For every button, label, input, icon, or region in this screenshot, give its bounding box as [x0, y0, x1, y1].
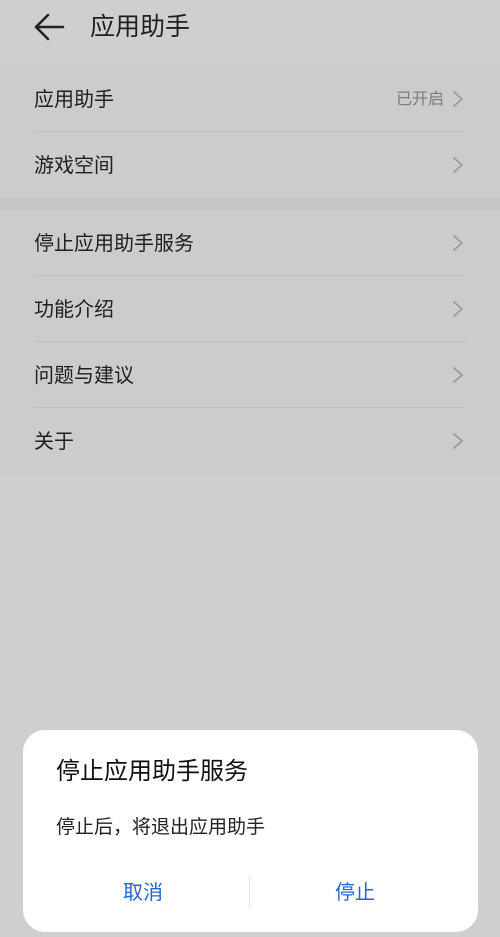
settings-item-label: 停止应用助手服务	[34, 231, 194, 255]
settings-item-game-space[interactable]: 游戏空间	[0, 132, 500, 198]
settings-item-label: 应用助手	[34, 87, 114, 111]
settings-item-label: 关于	[34, 429, 74, 453]
chevron-right-icon	[452, 432, 464, 450]
chevron-right-icon	[452, 234, 464, 252]
chevron-right-icon	[452, 366, 464, 384]
settings-item-label: 游戏空间	[34, 153, 114, 177]
settings-item-stop-service[interactable]: 停止应用助手服务	[0, 210, 500, 276]
back-arrow-icon[interactable]	[32, 12, 66, 42]
section-gap	[0, 198, 500, 210]
chevron-right-icon	[452, 156, 464, 174]
cancel-button[interactable]: 取消	[43, 870, 243, 914]
app-header: 应用助手	[0, 0, 500, 56]
chevron-right-icon	[452, 90, 464, 108]
stop-button[interactable]: 停止	[255, 870, 455, 914]
stop-service-dialog: 停止应用助手服务 停止后，将退出应用助手 取消 停止	[23, 730, 478, 932]
dialog-message: 停止后，将退出应用助手	[56, 816, 266, 838]
button-separator	[249, 875, 250, 909]
page-title: 应用助手	[90, 12, 191, 41]
settings-group-primary: 应用助手 已开启 游戏空间	[0, 66, 500, 198]
chevron-right-icon	[452, 300, 464, 318]
dialog-title: 停止应用助手服务	[56, 757, 248, 785]
settings-item-feedback[interactable]: 问题与建议	[0, 342, 500, 408]
settings-item-label: 问题与建议	[34, 363, 134, 387]
settings-item-about[interactable]: 关于	[0, 408, 500, 474]
settings-item-label: 功能介绍	[34, 297, 114, 321]
settings-item-status: 已开启	[395, 89, 444, 108]
settings-item-app-assistant[interactable]: 应用助手 已开启	[0, 66, 500, 132]
settings-group-secondary: 停止应用助手服务 功能介绍 问题与建议 关于	[0, 210, 500, 476]
settings-item-feature-intro[interactable]: 功能介绍	[0, 276, 500, 342]
